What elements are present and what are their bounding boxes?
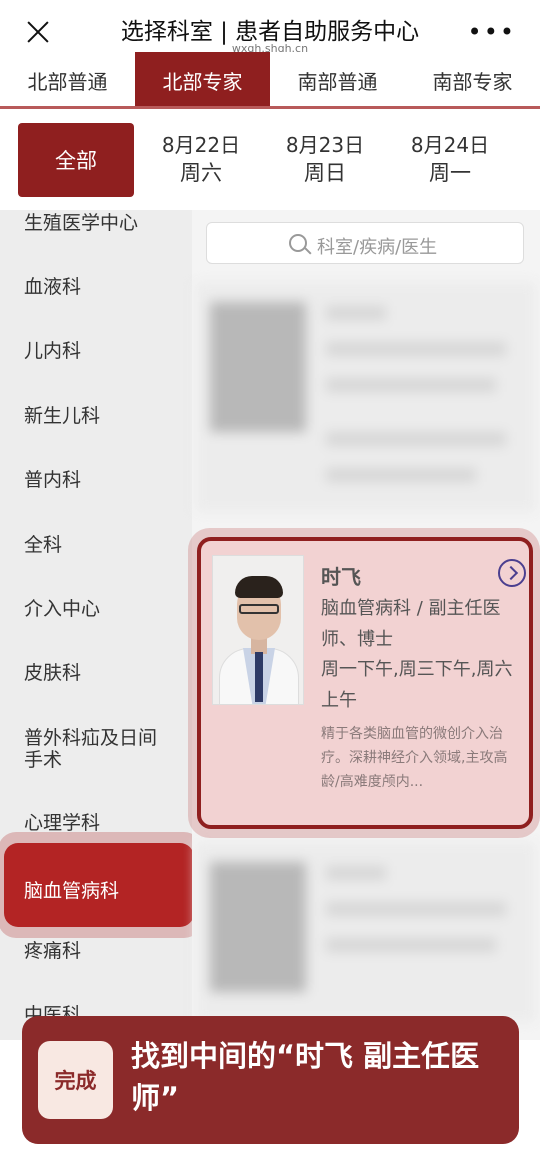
tab-north-expert[interactable]: 北部专家 xyxy=(135,52,270,108)
doctor-photo xyxy=(210,862,306,992)
date-label: 8月23日 xyxy=(285,133,365,157)
page-title: 选择科室 | 患者自助服务中心 xyxy=(120,19,420,45)
date-all-button[interactable]: 全部 xyxy=(18,123,134,197)
doctor-dept-title: 脑血管病科 / 副主任医师、博士 xyxy=(321,598,501,650)
date-item[interactable]: 8月22日 周六 xyxy=(146,132,256,188)
text-line xyxy=(326,432,506,446)
search-placeholder: 科室/疾病/医生 xyxy=(317,237,438,258)
text-line xyxy=(326,306,386,320)
done-button[interactable]: 完成 xyxy=(38,1041,113,1119)
weekday-label: 周一 xyxy=(429,161,471,185)
tab-north-general[interactable]: 北部普通 xyxy=(0,52,135,108)
date-label: 8月22日 xyxy=(161,133,241,157)
text-line xyxy=(326,902,506,916)
sidebar-item[interactable]: 疼痛科 xyxy=(24,940,184,962)
text-line xyxy=(326,468,476,482)
doctor-photo xyxy=(212,555,304,705)
sidebar-item[interactable]: 血液科 xyxy=(24,276,184,298)
sidebar-active-label: 脑血管病科 xyxy=(24,880,120,902)
chevron-right-icon[interactable] xyxy=(498,559,526,587)
sidebar-item[interactable]: 新生儿科 xyxy=(24,405,184,427)
sidebar-item[interactable]: 皮肤科 xyxy=(24,662,184,684)
tab-south-general[interactable]: 南部普通 xyxy=(270,52,405,108)
date-item[interactable]: 8月23日 周日 xyxy=(270,132,380,188)
sidebar-item[interactable]: 生殖医学中心 xyxy=(24,212,184,234)
campus-tabs: 北部普通 北部专家 南部普通 南部专家 xyxy=(0,52,540,108)
sidebar-item[interactable]: 心理学科 xyxy=(24,812,184,834)
search-icon xyxy=(289,234,307,252)
text-line xyxy=(326,342,506,356)
doctor-description: 精于各类脑血管的微创介入治疗。深耕神经介入领域,主攻高龄/高难度颅内... xyxy=(321,726,508,790)
tab-south-expert[interactable]: 南部专家 xyxy=(405,52,540,108)
doctor-name: 时飞 xyxy=(321,565,361,589)
search-input[interactable]: 科室/疾病/医生 xyxy=(206,222,524,264)
date-item[interactable]: 8月24日 周一 xyxy=(395,132,505,188)
doctor-card-blurred[interactable] xyxy=(196,842,536,1022)
doctor-card-blurred[interactable] xyxy=(196,282,536,512)
weekday-label: 周六 xyxy=(180,161,222,185)
instruction-text: 找到中间的“时飞 副主任医师” xyxy=(131,1039,480,1115)
tabs-divider xyxy=(0,106,540,109)
sidebar-item[interactable]: 普外科疝及日间手术 xyxy=(24,727,174,771)
text-line xyxy=(326,378,496,392)
more-menu-button[interactable]: ••• xyxy=(468,20,516,44)
text-line xyxy=(326,938,496,952)
sidebar-item[interactable]: 普内科 xyxy=(24,469,184,491)
date-label: 8月24日 xyxy=(410,133,490,157)
sidebar-item[interactable]: 介入中心 xyxy=(24,598,184,620)
sidebar-item[interactable]: 儿内科 xyxy=(24,340,184,362)
text-line xyxy=(326,866,386,880)
weekday-label: 周日 xyxy=(304,161,346,185)
sidebar-item[interactable]: 全科 xyxy=(24,534,184,556)
title-bar: 选择科室 | 患者自助服务中心 wxgh.shgh.cn ••• xyxy=(0,0,540,55)
doctor-schedule: 周一下午,周三下午,周六上午 xyxy=(321,659,513,711)
doctor-photo xyxy=(210,302,306,432)
date-filter-row: 全部 8月22日 周六 8月23日 周日 8月24日 周一 xyxy=(0,110,540,210)
